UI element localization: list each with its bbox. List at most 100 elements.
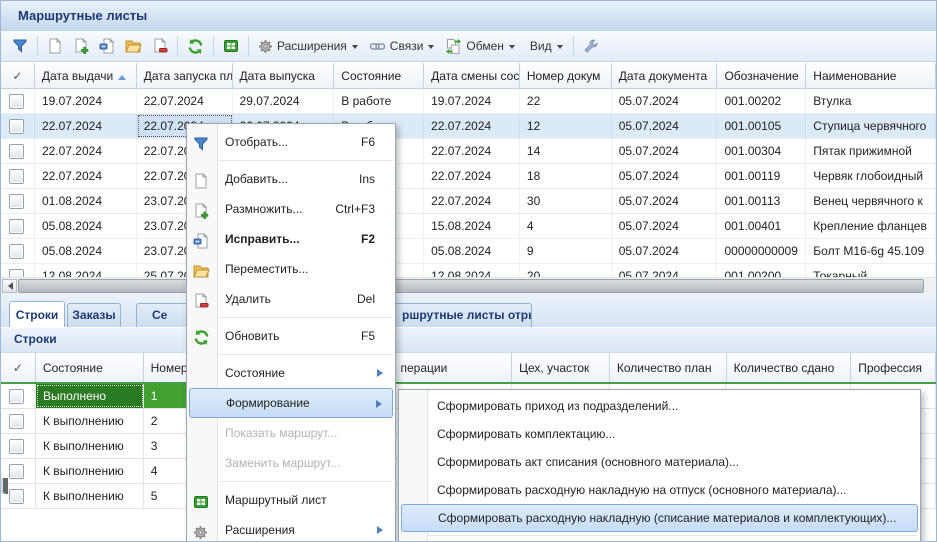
- cell[interactable]: Червяк глобоидный: [806, 164, 936, 188]
- table-row[interactable]: 22.07.202422.07.202426.07.2024В работе22…: [1, 114, 936, 139]
- status-cell[interactable]: Выполнено: [36, 384, 144, 408]
- cell[interactable]: 05.08.2024: [35, 239, 137, 263]
- cell[interactable]: 05.07.2024: [612, 139, 718, 163]
- column-header[interactable]: Состояние: [36, 353, 144, 382]
- cell[interactable]: 22.07.2024: [35, 114, 137, 138]
- context-menu-item[interactable]: Маршрутный лист: [187, 485, 395, 515]
- column-header[interactable]: Обозначение: [717, 63, 806, 88]
- context-menu-item[interactable]: Размножить...Ctrl+F3: [187, 194, 395, 224]
- status-cell[interactable]: К выполнению: [36, 484, 144, 508]
- cell[interactable]: 15.08.2024: [424, 214, 520, 238]
- cell[interactable]: Венец червячного к: [806, 189, 936, 213]
- column-header[interactable]: Номер докум: [520, 63, 612, 88]
- table-row[interactable]: 22.07.202422.07.202422.07.20241805.07.20…: [1, 164, 936, 189]
- column-header[interactable]: Дата документа: [612, 63, 718, 88]
- cell[interactable]: 22.07.2024: [35, 139, 137, 163]
- cell[interactable]: 05.07.2024: [612, 164, 718, 188]
- tab-1[interactable]: Заказы: [67, 303, 121, 327]
- toolbar-button-расширения[interactable]: Расширения: [254, 34, 363, 58]
- checkbox[interactable]: [9, 94, 24, 109]
- toolbar-button-обмен[interactable]: Обмен: [441, 34, 520, 58]
- toolbar-button[interactable]: [183, 34, 208, 58]
- toolbar-button-связи[interactable]: Связи: [365, 34, 440, 58]
- cell[interactable]: 12.08.2024: [35, 264, 137, 277]
- toolbar-button[interactable]: [43, 34, 67, 58]
- cell[interactable]: 05.07.2024: [612, 214, 718, 238]
- cell[interactable]: 001.00119: [717, 164, 806, 188]
- toolbar-button-вид[interactable]: Вид: [522, 34, 568, 58]
- tab-0[interactable]: Строки: [9, 301, 65, 327]
- toolbar-button[interactable]: [121, 34, 146, 58]
- column-header[interactable]: ✓: [1, 63, 35, 88]
- context-menu-item[interactable]: Отобрать...F6: [187, 127, 395, 157]
- cell[interactable]: 22: [520, 89, 612, 113]
- cell[interactable]: Крепление фланцев: [806, 214, 936, 238]
- submenu-item[interactable]: Сформировать расходную накладную на отпу…: [399, 476, 920, 504]
- cell[interactable]: 01.08.2024: [35, 189, 137, 213]
- column-header[interactable]: Дата выдачи: [35, 63, 137, 88]
- table-row[interactable]: 05.08.202423.07.202405.08.2024905.07.202…: [1, 239, 936, 264]
- toolbar-button[interactable]: [579, 34, 603, 58]
- cell[interactable]: 05.07.2024: [612, 264, 718, 277]
- cell[interactable]: 22.07.2024: [424, 139, 520, 163]
- cell[interactable]: 9: [520, 239, 612, 263]
- cell[interactable]: 12: [520, 114, 612, 138]
- cell[interactable]: 30: [520, 189, 612, 213]
- table-row[interactable]: 01.08.202423.07.202422.07.20243005.07.20…: [1, 189, 936, 214]
- submenu-item[interactable]: Сформировать акт списания (основного мат…: [399, 448, 920, 476]
- submenu-item[interactable]: Сформировать комплектацию...: [399, 420, 920, 448]
- column-header[interactable]: Количество план: [610, 353, 727, 382]
- cell[interactable]: 05.08.2024: [424, 239, 520, 263]
- cell[interactable]: 05.07.2024: [612, 189, 718, 213]
- cell[interactable]: 05.07.2024: [612, 114, 718, 138]
- context-menu-item[interactable]: Расширения: [187, 515, 395, 542]
- checkbox[interactable]: [9, 169, 24, 184]
- cell[interactable]: Пятак прижимной: [806, 139, 936, 163]
- table-row[interactable]: 19.07.202422.07.202429.07.2024В работе19…: [1, 89, 936, 114]
- scroll-nub-icon[interactable]: [1, 478, 8, 494]
- toolbar-button[interactable]: [95, 34, 119, 58]
- column-header[interactable]: Цех, участок: [512, 353, 610, 382]
- cell[interactable]: 19.07.2024: [35, 89, 137, 113]
- cell[interactable]: 22.07.2024: [35, 164, 137, 188]
- column-header[interactable]: Дата запуска пл: [137, 63, 233, 88]
- context-menu-item[interactable]: ОбновитьF5: [187, 321, 395, 351]
- checkbox[interactable]: [9, 119, 24, 134]
- cell[interactable]: 001.00105: [717, 114, 806, 138]
- cell[interactable]: 22.07.2024: [424, 114, 520, 138]
- scroll-thumb[interactable]: [18, 279, 924, 293]
- cell[interactable]: 22.07.2024: [137, 89, 233, 113]
- checkbox[interactable]: [9, 414, 24, 429]
- cell[interactable]: 22.07.2024: [424, 189, 520, 213]
- cell[interactable]: 12.08.2024: [424, 264, 520, 277]
- status-cell[interactable]: К выполнению: [36, 409, 144, 433]
- cell[interactable]: 00000000009: [717, 239, 806, 263]
- checkbox[interactable]: [9, 194, 24, 209]
- checkbox[interactable]: [9, 389, 24, 404]
- column-header[interactable]: Дата выпуска: [233, 63, 335, 88]
- column-header[interactable]: Профессия: [851, 353, 936, 382]
- cell[interactable]: Болт М16-6g 45.109: [806, 239, 936, 263]
- context-menu-item[interactable]: Формирование: [189, 388, 393, 418]
- checkbox[interactable]: [9, 144, 24, 159]
- table-row[interactable]: 22.07.202422.07.202422.07.20241405.07.20…: [1, 139, 936, 164]
- checkbox[interactable]: [9, 269, 24, 278]
- cell[interactable]: 18: [520, 164, 612, 188]
- table-row[interactable]: 05.08.202423.07.202415.08.2024405.07.202…: [1, 214, 936, 239]
- cell[interactable]: 001.00200: [717, 264, 806, 277]
- cell[interactable]: 14: [520, 139, 612, 163]
- cell[interactable]: 4: [520, 214, 612, 238]
- cell[interactable]: Втулка: [806, 89, 936, 113]
- status-cell[interactable]: К выполнению: [36, 459, 144, 483]
- column-header[interactable]: ✓: [1, 353, 36, 382]
- checkbox[interactable]: [9, 489, 24, 504]
- column-header[interactable]: Количество сдано: [727, 353, 852, 382]
- status-cell[interactable]: К выполнению: [36, 434, 144, 458]
- context-menu-item[interactable]: Переместить...: [187, 254, 395, 284]
- cell[interactable]: 29.07.2024: [233, 89, 335, 113]
- checkbox[interactable]: [9, 439, 24, 454]
- column-header[interactable]: Дата смены сос: [424, 63, 520, 88]
- column-header[interactable]: Наименование: [806, 63, 936, 88]
- cell[interactable]: 22.07.2024: [424, 164, 520, 188]
- cell[interactable]: 19.07.2024: [424, 89, 520, 113]
